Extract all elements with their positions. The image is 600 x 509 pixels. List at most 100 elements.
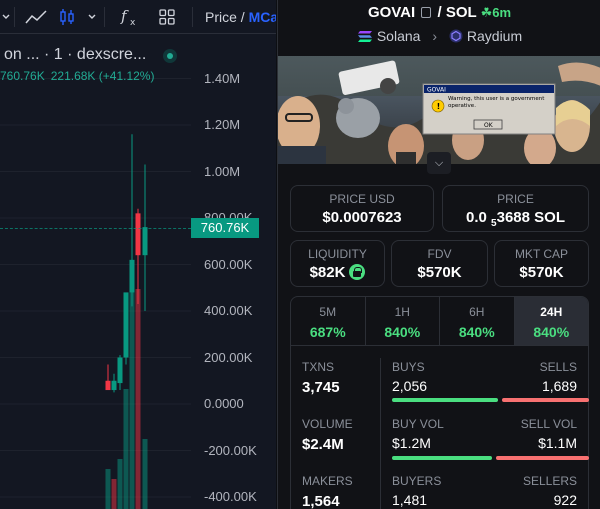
chain-dex-row: Solana › Raydium bbox=[278, 28, 600, 46]
candle-body bbox=[111, 380, 117, 391]
tab-label: 24H bbox=[540, 305, 563, 319]
candle-body bbox=[123, 292, 129, 358]
price-sol-digits: 3688 SOL bbox=[496, 209, 565, 226]
volume-bar bbox=[105, 469, 111, 509]
volume-value: $2.4M bbox=[302, 436, 344, 453]
buy-vol-label: BUY VOL bbox=[392, 417, 444, 431]
sprout-icon: ☘ bbox=[480, 5, 493, 20]
lock-icon[interactable] bbox=[349, 264, 366, 280]
sell-vol-value: $1.1M bbox=[538, 435, 577, 451]
sells-ratio-bar bbox=[502, 398, 589, 402]
tab-change: 840% bbox=[533, 324, 570, 340]
tab-change: 687% bbox=[309, 324, 346, 340]
token-banner-image: GOVAI ! Warning, this user is a governme… bbox=[278, 56, 600, 164]
volume-bar bbox=[117, 459, 123, 509]
current-price-tag: 760.76K bbox=[191, 218, 259, 238]
svg-text:!: ! bbox=[437, 102, 441, 111]
copy-address-icon[interactable] bbox=[421, 7, 432, 18]
price-sol-label: PRICE bbox=[497, 192, 534, 206]
volume-bar bbox=[111, 479, 117, 509]
y-axis-tick-label: 1.00M bbox=[204, 163, 241, 179]
volume-bar bbox=[135, 289, 141, 509]
y-axis-tick-label: 1.20M bbox=[204, 117, 241, 132]
price-chart-panel[interactable]: fx Price / MCa on ... · 1 · dexscre... 7… bbox=[0, 0, 276, 509]
liquidity-card: LIQUIDITY $82K bbox=[290, 240, 385, 287]
candle-body bbox=[129, 259, 135, 293]
fdv-value: $570K bbox=[417, 264, 462, 281]
tab-5m[interactable]: 5M 687% bbox=[291, 297, 366, 345]
y-axis-tick-label: 400.00K bbox=[204, 303, 253, 318]
market-cap-value: $570K bbox=[519, 264, 564, 281]
sellers-value: 922 bbox=[553, 492, 577, 508]
fdv-label: FDV bbox=[427, 247, 452, 261]
market-cap-card: MKT CAP $570K bbox=[494, 240, 589, 287]
token-symbol: GOVAI bbox=[367, 4, 416, 21]
liquidity-label: LIQUIDITY bbox=[308, 247, 367, 261]
chart-legend-title: on ... · 1 · dexscre... bbox=[4, 46, 147, 63]
candle-body bbox=[105, 380, 111, 391]
buyers-value: 1,481 bbox=[392, 492, 428, 508]
tab-change: 840% bbox=[458, 324, 495, 340]
buy-vol-ratio-bar bbox=[392, 456, 492, 460]
pair-title: GOVAI / SOL ☘6m bbox=[278, 4, 600, 21]
liquidity-value: $82K bbox=[309, 264, 346, 281]
price-usd-label: PRICE USD bbox=[329, 192, 395, 206]
candle-body bbox=[117, 357, 123, 384]
dex-name[interactable]: Raydium bbox=[467, 28, 522, 44]
buyers-label: BUYERS bbox=[392, 474, 442, 488]
sells-value: 1,689 bbox=[541, 378, 577, 394]
y-axis-tick-label: -200.00K bbox=[204, 442, 257, 458]
tab-6h[interactable]: 6H 840% bbox=[440, 297, 515, 345]
tab-label: 1H bbox=[394, 305, 410, 319]
makers-value: 1,564 bbox=[302, 493, 340, 509]
price-usd-value: $0.0007623 bbox=[322, 209, 402, 226]
tab-label: 5M bbox=[319, 305, 337, 319]
liquidity-value-row: $82K bbox=[291, 264, 384, 281]
sell-vol-ratio-bar bbox=[496, 456, 589, 460]
chevron-right-icon: › bbox=[432, 28, 437, 44]
tab-change: 840% bbox=[384, 324, 421, 340]
tab-24h[interactable]: 24H 840% bbox=[514, 297, 588, 345]
buys-ratio-bar bbox=[392, 398, 498, 402]
chart-legend-values: 760.76K 221.68K (+41.12%) bbox=[0, 69, 160, 83]
pair-info-panel: GOVAI / SOL ☘6m Solana › Raydium GOVAI !… bbox=[277, 0, 600, 509]
volume-label: VOLUME bbox=[302, 417, 353, 431]
y-axis-tick-label: 1.40M bbox=[204, 70, 241, 86]
sells-label: SELLS bbox=[539, 360, 577, 374]
volume-bar bbox=[123, 389, 129, 509]
y-axis-tick-label: -400.00K bbox=[204, 489, 257, 504]
candle-body bbox=[142, 227, 148, 256]
trading-stats: TXNS 3,745 BUYS 2,056 SELLS 1,689 VOLUME… bbox=[290, 346, 589, 509]
y-axis-tick-label: 200.00K bbox=[204, 349, 253, 365]
txns-label: TXNS bbox=[302, 360, 335, 374]
timeframe-tabs: 5M 687% 1H 840% 6H 840% 24H 840% bbox=[290, 296, 589, 346]
price-sol-card: PRICE 0.0 53688 SOL bbox=[442, 185, 589, 232]
sell-vol-label: SELL VOL bbox=[520, 417, 577, 431]
current-price-line bbox=[0, 228, 191, 229]
buy-vol-value: $1.2M bbox=[392, 435, 431, 451]
pair-age: ☘6m bbox=[481, 5, 511, 20]
collapse-banner-chevron-icon[interactable]: ⌵ bbox=[427, 152, 451, 174]
pair-age-value: 6m bbox=[492, 5, 512, 20]
price-sol-value: 0.0 53688 SOL bbox=[443, 209, 588, 229]
price-sol-prefix: 0.0 bbox=[466, 209, 487, 226]
price-usd-card: PRICE USD $0.0007623 bbox=[290, 185, 434, 232]
legend-change-value: 221.68K (+41.12%) bbox=[50, 69, 155, 83]
candle-body bbox=[135, 213, 141, 256]
raydium-icon bbox=[449, 29, 463, 46]
dialog-title: GOVAI bbox=[427, 87, 446, 94]
solana-icon bbox=[357, 30, 373, 46]
volume-bar bbox=[142, 439, 148, 509]
buys-label: BUYS bbox=[392, 360, 425, 374]
fdv-card: FDV $570K bbox=[391, 240, 488, 287]
y-axis-tick-label: 0.0000 bbox=[204, 396, 244, 411]
tab-1h[interactable]: 1H 840% bbox=[366, 297, 440, 345]
tab-label: 6H bbox=[469, 305, 485, 319]
market-cap-label: MKT CAP bbox=[514, 247, 569, 261]
chain-name[interactable]: Solana bbox=[377, 28, 421, 44]
txns-value: 3,745 bbox=[302, 379, 340, 396]
dialog-text: Warning, this user is a government opera… bbox=[448, 96, 545, 109]
y-axis-tick-label: 600.00K bbox=[204, 256, 253, 272]
quote-symbol: / SOL bbox=[437, 4, 477, 21]
buys-value: 2,056 bbox=[392, 378, 428, 394]
